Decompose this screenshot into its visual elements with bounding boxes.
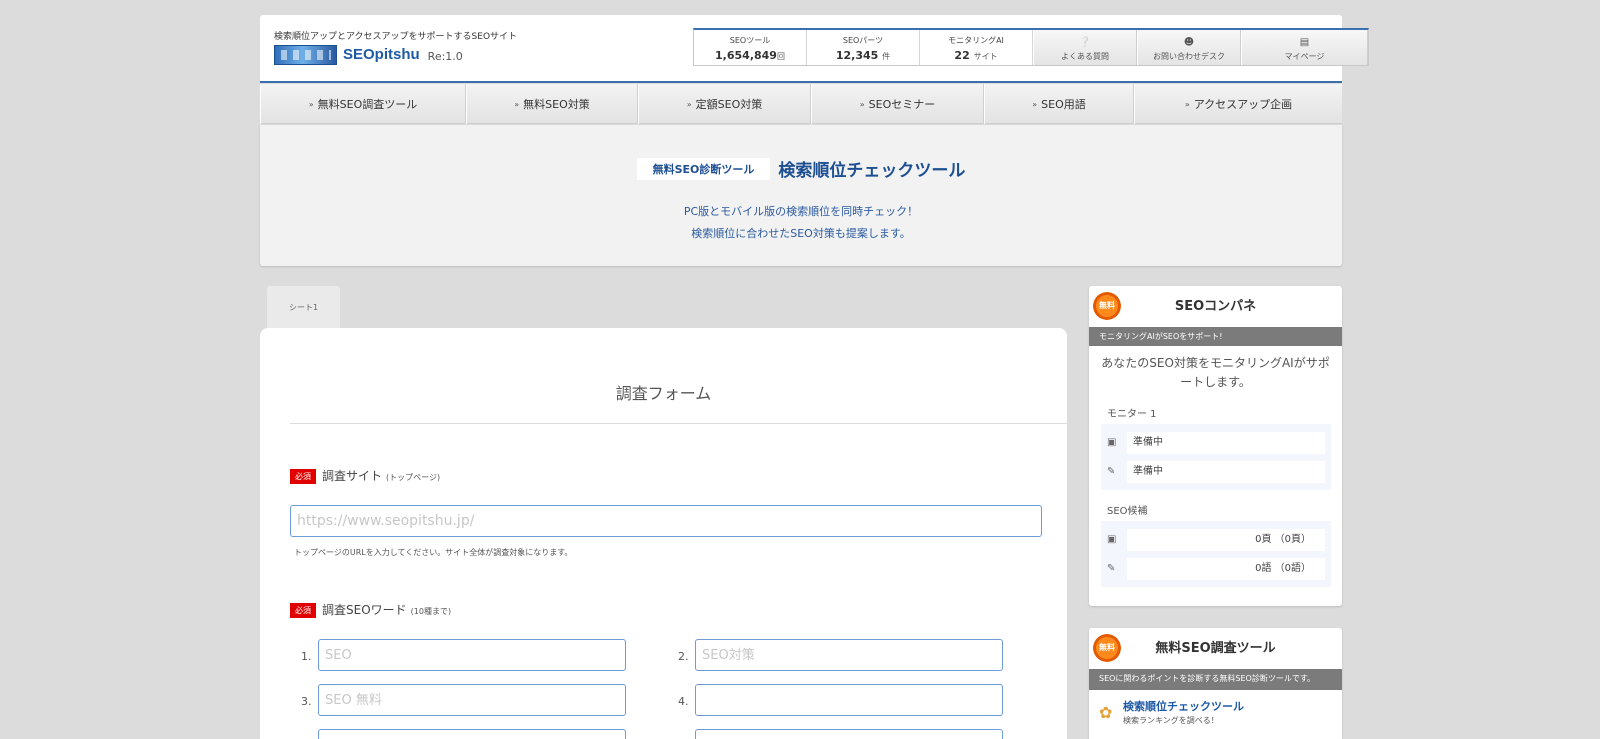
site-tagline: 検索順位アップとアクセスアップをサポートするSEOサイト (274, 32, 518, 42)
stat-seo-parts: SEOパーツ 12,345 件 (807, 30, 920, 65)
monitor-box: ▣ 準備中 ✎ 準備中 (1101, 424, 1331, 490)
hero-banner: 無料SEO診断ツール 検索順位チェックツール PC版とモバイル版の検索順位を同時… (260, 125, 1342, 266)
candidate-label: SEO候補 (1107, 506, 1148, 517)
keyword-input-1[interactable] (318, 639, 626, 671)
page-title: 検索順位チェックツール (778, 161, 966, 181)
window-icon: ▣ (1107, 534, 1117, 545)
faq-button[interactable]: ❔ よくある質問 (1033, 30, 1137, 65)
widget-description: あなたのSEO対策をモニタリングAIがサポートします。 (1101, 356, 1330, 389)
nav-free-seo[interactable]: » 無料SEO対策 (466, 84, 638, 124)
nav-seo-seminar[interactable]: » SEOセミナー (811, 84, 984, 124)
chevron-down-icon: » (1032, 99, 1038, 109)
chevron-down-icon: » (514, 99, 520, 109)
widget-subtitle-bar: モニタリングAIがSEOをサポート! (1089, 327, 1342, 346)
hero-badge: 無料SEO診断ツール (636, 157, 771, 180)
keyword-number: 1. (301, 650, 312, 663)
logo-text: SEOpitshu (343, 46, 420, 63)
user-icon: ☻ (1183, 37, 1195, 48)
chevron-down-icon: » (859, 99, 865, 109)
chevron-down-icon: » (686, 99, 692, 109)
form-divider (290, 423, 1078, 424)
chevron-down-icon: » (1184, 99, 1190, 109)
candidate-box: ▣ 0頁 （0頁） ✎ 0語 （0語） (1101, 521, 1331, 587)
free-badge-icon: 無料 (1093, 634, 1121, 662)
widget-title: SEOコンパネ (1174, 299, 1257, 314)
edit-icon: ✎ (1107, 466, 1116, 477)
widget-title: 無料SEO調査ツール (1155, 641, 1276, 656)
free-seo-tools-widget: 無料 無料SEO調査ツール SEOに関わるポイントを診断する無料SEO診断ツール… (1089, 628, 1342, 739)
edit-icon: ✎ (1107, 563, 1116, 574)
mypage-button[interactable]: ▤ マイページ (1241, 30, 1368, 65)
header-stats: SEOツール 1,654,849回 SEOパーツ 12,345 件 モニタリング… (693, 28, 1369, 66)
stat-monitoring-ai: モニタリングAI 22 サイト (920, 30, 1033, 65)
monitor-row[interactable]: ✎ 準備中 (1107, 457, 1325, 486)
id-card-icon: ▤ (1299, 37, 1310, 48)
monitor-label: モニター 1 (1107, 409, 1157, 420)
tab-sheet-1[interactable]: シート1 (267, 286, 340, 328)
candidate-row[interactable]: ✎ 0語 （0語） (1107, 554, 1325, 583)
stat-seo-tools: SEOツール 1,654,849回 (694, 30, 807, 65)
hero-line-2: 検索順位に合わせたSEO対策も提案します。 (691, 227, 911, 240)
nav-access-up[interactable]: » アクセスアップ企画 (1134, 84, 1342, 124)
keyword-number: 2. (678, 650, 689, 663)
keyword-input-5[interactable] (318, 729, 626, 739)
required-badge: 必須 (290, 469, 316, 484)
nav-fixed-seo[interactable]: » 定額SEO対策 (638, 84, 811, 124)
keyword-input-3[interactable] (318, 684, 626, 716)
keyword-number: 4. (678, 695, 689, 708)
chevron-down-icon: » (308, 99, 314, 109)
question-icon: ❔ (1078, 37, 1092, 48)
required-badge: 必須 (290, 603, 316, 618)
site-hint: トップページのURLを入力してください。サイト全体が調査対象になります。 (294, 548, 573, 557)
form-panel: 調査フォーム 必須調査サイト(トップページ) トップページのURLを入力してくだ… (260, 328, 1078, 739)
hero-line-1: PC版とモバイル版の検索順位を同時チェック！ (683, 205, 919, 218)
keyword-input-4[interactable] (695, 684, 1003, 716)
free-badge-icon: 無料 (1093, 292, 1121, 320)
candidate-row[interactable]: ▣ 0頁 （0頁） (1107, 525, 1325, 554)
nav-seo-glossary[interactable]: » SEO用語 (984, 84, 1134, 124)
keyword-number: 3. (301, 695, 312, 708)
site-logo[interactable]: SEOpitshu Re:1.0 (274, 45, 463, 65)
main-nav: » 無料SEO調査ツール » 無料SEO対策 » 定額SEO対策 » SEOセミナー »… (260, 84, 1342, 124)
site-header: 検索順位アップとアクセスアップをサポートするSEOサイト SEOpitshu R… (260, 15, 1369, 83)
window-icon: ▣ (1107, 437, 1117, 448)
logo-image (274, 45, 337, 65)
keyword-input-6[interactable] (695, 729, 1003, 739)
site-field-label: 必須 調査サイト (トップページ) (290, 467, 440, 484)
nav-free-seo-tools[interactable]: » 無料SEO調査ツール (260, 84, 466, 124)
keyword-input-2[interactable] (695, 639, 1003, 671)
site-url-input[interactable] (290, 505, 1042, 537)
contact-desk-button[interactable]: ☻ お問い合わせデスク (1137, 30, 1241, 65)
keyword-field-label: 必須 調査SEOワード (10種まで) (290, 601, 451, 618)
seo-compane-widget: 無料 SEOコンパネ モニタリングAIがSEOをサポート! あなたのSEO対策を… (1089, 286, 1342, 606)
mouse-icon: ✿ (1099, 702, 1113, 722)
form-title: 調査フォーム (615, 384, 712, 403)
tool-rank-checker[interactable]: ✿ 検索順位チェックツール 検索ランキングを調べる！ (1099, 698, 1342, 726)
logo-version: Re:1.0 (427, 50, 463, 63)
widget-subtitle-bar: SEOに関わるポイントを診断する無料SEO診断ツールです。 (1089, 669, 1342, 690)
monitor-row[interactable]: ▣ 準備中 (1107, 428, 1325, 457)
